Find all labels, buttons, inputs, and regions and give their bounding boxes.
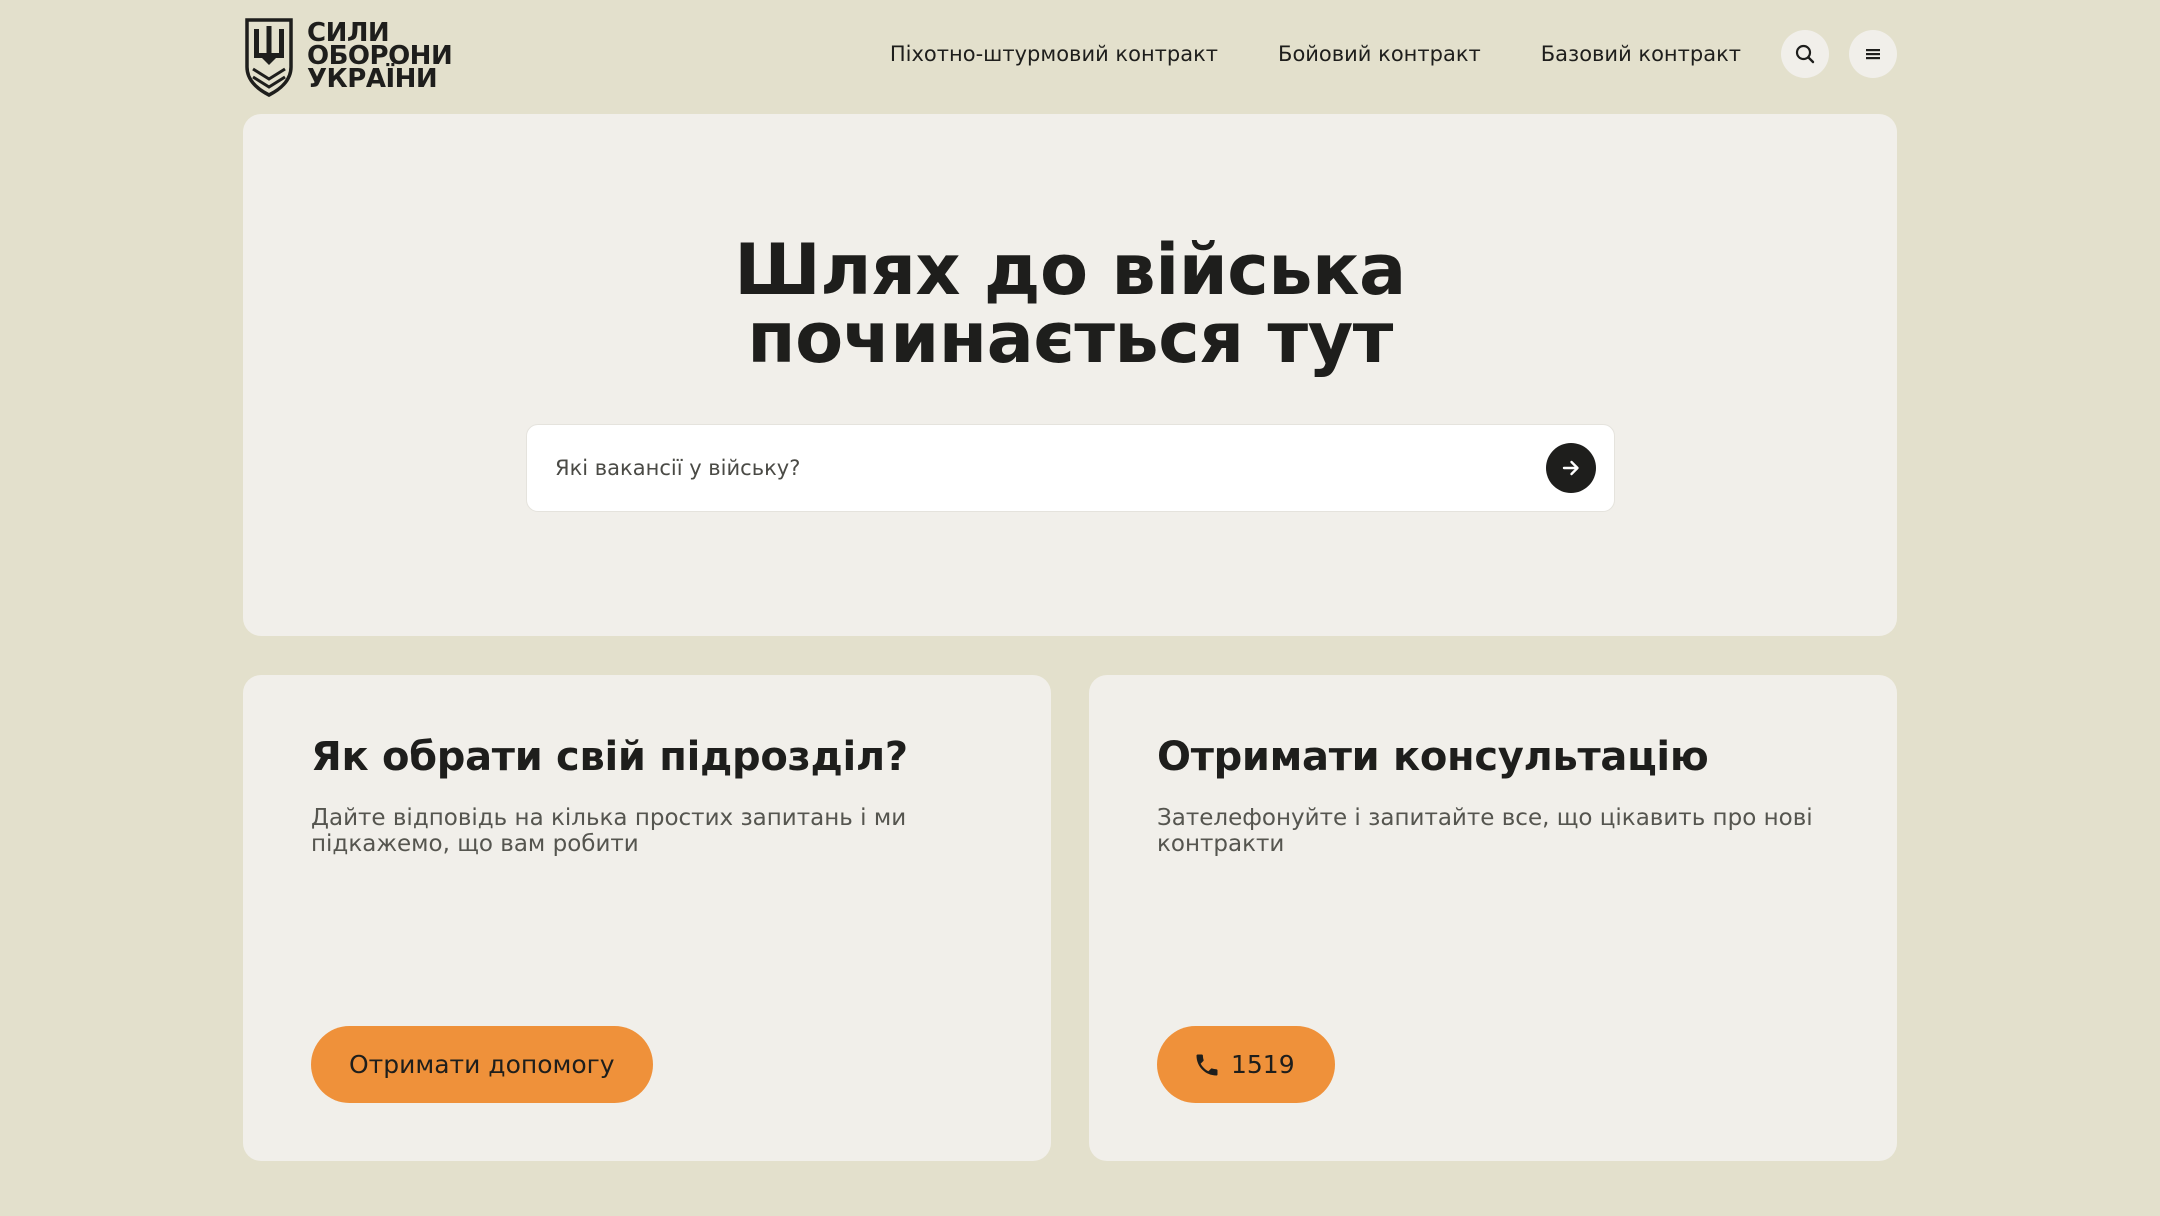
consultation-card: Отримати консультацію Зателефонуйте і за… xyxy=(1089,675,1897,1161)
get-help-button[interactable]: Отримати допомогу xyxy=(311,1026,653,1103)
logo-wordmark: Сили Оборони України xyxy=(307,20,453,94)
phone-icon xyxy=(1193,1051,1221,1079)
hero-title: Шлях до війська починається тут xyxy=(243,229,1897,379)
vacancy-search-input[interactable] xyxy=(555,456,1546,480)
search-icon xyxy=(1795,44,1815,64)
header-search-button[interactable] xyxy=(1781,30,1829,78)
trident-shield-icon xyxy=(245,17,293,97)
choose-unit-title: Як обрати свій підрозділ? xyxy=(311,734,908,780)
site-header: Сили Оборони України Піхотно-штурмовий к… xyxy=(243,0,1897,113)
choose-unit-card: Як обрати свій підрозділ? Дайте відповід… xyxy=(243,675,1051,1161)
call-hotline-button[interactable]: 1519 xyxy=(1157,1026,1335,1103)
nav-link-combat-contract[interactable]: Бойовий контракт xyxy=(1278,42,1481,66)
nav-link-infantry-assault-contract[interactable]: Піхотно-штурмовий контракт xyxy=(890,42,1218,66)
search-submit-button[interactable] xyxy=(1546,443,1596,493)
vacancy-search-box xyxy=(526,424,1615,512)
hero-card: Шлях до війська починається тут xyxy=(243,114,1897,636)
nav-link-basic-contract[interactable]: Базовий контракт xyxy=(1541,42,1741,66)
hero-title-line-2: починається тут xyxy=(747,297,1393,379)
hotline-number: 1519 xyxy=(1231,1050,1295,1079)
main-nav: Піхотно-штурмовий контракт Бойовий контр… xyxy=(890,30,1897,78)
arrow-right-icon xyxy=(1562,460,1579,476)
menu-button[interactable] xyxy=(1849,30,1897,78)
choose-unit-description: Дайте відповідь на кілька простих запита… xyxy=(311,805,907,857)
logo-link[interactable]: Сили Оборони України xyxy=(243,17,453,97)
hero-title-line-1: Шлях до війська xyxy=(734,229,1406,311)
logo-line-3: України xyxy=(307,64,438,94)
page: Сили Оборони України Піхотно-штурмовий к… xyxy=(243,0,1897,1161)
consultation-description: Зателефонуйте і запитайте все, що цікави… xyxy=(1157,805,1813,857)
hamburger-menu-icon xyxy=(1866,49,1880,60)
consultation-title: Отримати консультацію xyxy=(1157,734,1709,780)
